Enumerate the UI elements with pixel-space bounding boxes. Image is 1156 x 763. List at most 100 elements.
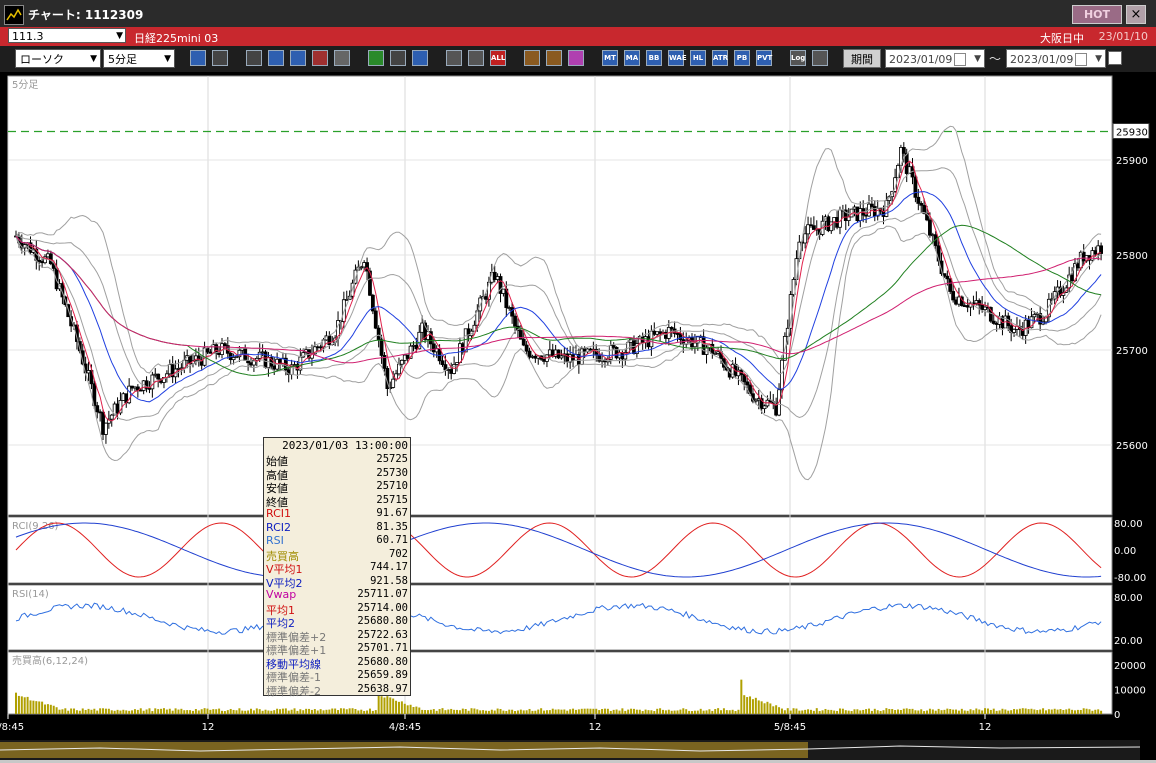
volume-bar	[1024, 708, 1027, 714]
volume-bar	[84, 709, 87, 714]
color-icon[interactable]	[568, 50, 584, 66]
tooltip-row: RCI1 91.67	[266, 507, 408, 520]
interval-select[interactable]: 5分足 ▼	[103, 49, 175, 68]
volume-bar	[122, 709, 125, 714]
volume-bar	[818, 711, 821, 714]
volume-bar	[876, 710, 879, 714]
volume-bar	[296, 710, 299, 714]
volume-bar	[171, 710, 174, 714]
volume-bar	[946, 708, 949, 714]
date-range-separator: 〜	[989, 52, 1002, 66]
symbol-code-select[interactable]: 111.3 ▼	[8, 28, 126, 43]
volume-bar	[949, 709, 952, 714]
volume-bar	[418, 707, 421, 714]
x-tick-label: 12	[589, 722, 602, 733]
all-icon[interactable]: ALL	[490, 50, 506, 66]
volume-bar	[627, 709, 630, 714]
pb-icon[interactable]: PB	[734, 50, 750, 66]
pvt-icon[interactable]: PVT	[756, 50, 772, 66]
chevron-down-icon: ▼	[116, 31, 123, 41]
volume-bar	[612, 709, 615, 714]
date-from-input[interactable]: 2023/01/09 ▼	[885, 49, 985, 68]
period-button[interactable]: 期間	[843, 49, 881, 68]
chart-type-select[interactable]: ローソク ▼	[15, 49, 101, 68]
zoom-icon[interactable]	[190, 50, 206, 66]
volume-bar	[305, 708, 308, 714]
volume-bar	[1094, 709, 1097, 714]
volume-bar	[252, 710, 255, 714]
undo-icon[interactable]	[412, 50, 428, 66]
volume-bar	[699, 708, 702, 714]
volume-bar	[293, 708, 296, 714]
toolbar: ローソク ▼ 5分足 ▼ ALL MT MA BB WAE HL ATR PB PVT Log 期…	[0, 46, 1156, 72]
volume-bar	[331, 708, 334, 714]
tooltip-row-value: 91.67	[376, 507, 408, 519]
chevron-down-icon: ▼	[90, 54, 97, 64]
volume-bar	[75, 710, 78, 714]
volume-bar	[363, 710, 366, 714]
candle-body	[901, 147, 906, 154]
chevron-down-icon[interactable]: ▼	[974, 50, 981, 69]
volume-bar	[569, 709, 572, 714]
volume-bar	[920, 709, 923, 714]
chevron-down-icon[interactable]: ▼	[1095, 50, 1102, 69]
wae-icon[interactable]: WAE	[668, 50, 687, 66]
volume-bar	[267, 710, 270, 714]
volume-bar	[615, 709, 618, 714]
tooltip-row-value: 702	[389, 547, 408, 560]
volume-bar	[551, 708, 554, 714]
search-icon[interactable]	[268, 50, 284, 66]
ma-icon[interactable]: MA	[624, 50, 640, 66]
volume-bar	[679, 709, 682, 714]
bb-icon[interactable]: BB	[646, 50, 662, 66]
chart-area[interactable]: 25900 25800 25700 25600 25930 5分足 80.00 0.00 -80…	[0, 72, 1156, 760]
volume-tick-label: 20000	[1114, 661, 1146, 672]
volume-bar	[157, 709, 160, 714]
close-button[interactable]: ×	[1126, 5, 1146, 24]
volume-bar	[279, 709, 282, 714]
cursor-icon[interactable]	[212, 50, 228, 66]
log-icon[interactable]: Log	[790, 50, 806, 66]
mt-icon[interactable]: MT	[602, 50, 618, 66]
tooltip-row-value: 25715	[376, 493, 408, 506]
calendar-icon[interactable]	[1075, 53, 1087, 66]
export-icon[interactable]	[812, 50, 828, 66]
candle-body	[1012, 328, 1016, 333]
volume-bar	[180, 708, 183, 714]
volume-bar	[325, 709, 328, 714]
chart-svg[interactable]: 25900 25800 25700 25600 25930 5分足 80.00 0.00 -80…	[0, 72, 1156, 760]
volume-bar	[685, 709, 688, 714]
volume-bar	[746, 697, 749, 714]
candle-b-icon[interactable]	[468, 50, 484, 66]
volume-bar	[1076, 709, 1079, 714]
pencil-icon[interactable]	[368, 50, 384, 66]
rsi-panel	[7, 584, 1113, 651]
rsi-tick-label: 20.00	[1114, 636, 1143, 647]
calendar-icon[interactable]	[954, 53, 966, 66]
volume-bar	[1062, 709, 1065, 714]
hl-icon[interactable]: HL	[690, 50, 706, 66]
volume-bar	[931, 709, 934, 714]
volume-bar	[444, 710, 447, 714]
tooltip-row-value: 921.58	[370, 574, 408, 587]
current-date: 23/01/10	[1098, 30, 1148, 43]
volume-bar	[749, 696, 752, 714]
volume-bar	[928, 708, 931, 714]
candle-body	[48, 253, 53, 265]
candle-a-icon[interactable]	[446, 50, 462, 66]
period-checkbox[interactable]	[1108, 51, 1122, 65]
date-to-input[interactable]: 2023/01/09 ▼	[1006, 49, 1106, 68]
hot-button[interactable]: HOT	[1072, 5, 1122, 24]
atr-icon[interactable]: ATR	[712, 50, 728, 66]
draw-line-icon[interactable]	[246, 50, 262, 66]
wrench-icon[interactable]	[546, 50, 562, 66]
gear-icon[interactable]	[524, 50, 540, 66]
table-icon[interactable]	[290, 50, 306, 66]
volume-bar	[110, 710, 113, 714]
compare-icon[interactable]	[312, 50, 328, 66]
trash-icon[interactable]	[334, 50, 350, 66]
pointer-icon[interactable]	[390, 50, 406, 66]
volume-bar	[46, 704, 49, 714]
volume-bar	[717, 708, 720, 714]
volume-bar	[598, 710, 601, 714]
